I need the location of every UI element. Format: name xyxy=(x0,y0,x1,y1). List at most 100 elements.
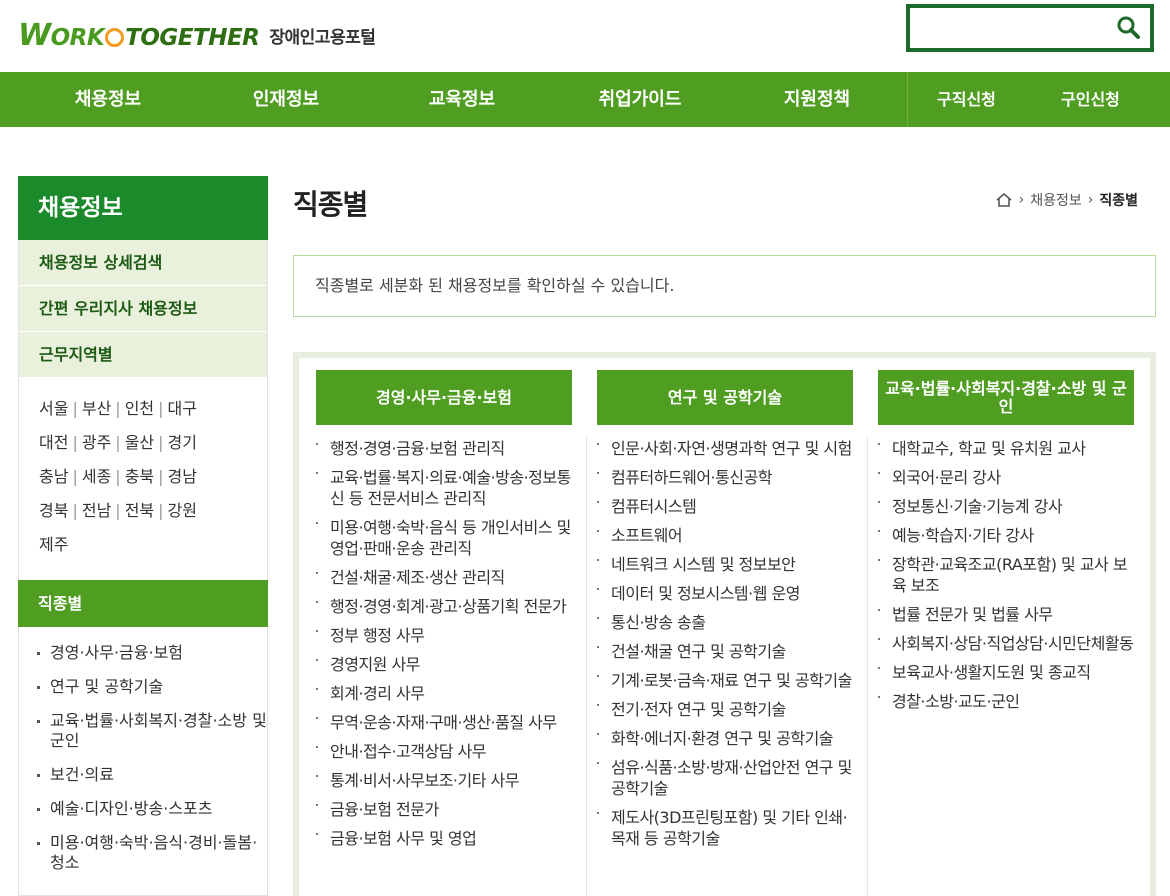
home-icon[interactable] xyxy=(995,192,1013,208)
category-item[interactable]: 교육·법률·복지·의료·예술·방송·정보통신 등 전문서비스 관리직 xyxy=(316,467,572,509)
chevron-right-icon: › xyxy=(1018,192,1025,208)
logo-ring-icon xyxy=(105,27,125,47)
region-link[interactable]: 경북 xyxy=(39,501,68,520)
region-list: 서울 | 부산 | 인천 | 대구 대전 | 광주 | 울산 | 경기 충남 | 세종 | 충북 | 경남 경북 | 전… xyxy=(19,378,267,570)
region-row: 제주 xyxy=(39,528,267,562)
region-link[interactable]: 대전 xyxy=(39,433,68,452)
category-item[interactable]: 통신·방송 송출 xyxy=(597,612,853,633)
search-button[interactable] xyxy=(1114,14,1142,42)
category-item[interactable]: 컴퓨터하드웨어·통신공학 xyxy=(597,467,853,488)
region-row: 대전 | 광주 | 울산 | 경기 xyxy=(39,433,197,452)
category-item[interactable]: 행정·경영·회계·광고·상품기획 전문가 xyxy=(316,596,572,617)
category-item[interactable]: 데이터 및 정보시스템·웹 운영 xyxy=(597,583,853,604)
category-item[interactable]: 행정·경영·금융·보험 관리직 xyxy=(316,438,572,459)
column-divider xyxy=(867,436,868,896)
side-nav-title: 채용정보 xyxy=(18,176,268,240)
category-heading[interactable]: 교육·법률·사회복지·경찰·소방 및 군인 xyxy=(878,370,1134,425)
category-item[interactable]: 통계·비서·사무보조·기타 사무 xyxy=(316,770,572,791)
category-item[interactable]: 대학교수, 학교 및 유치원 교사 xyxy=(878,438,1134,459)
region-link[interactable]: 제주 xyxy=(39,535,68,554)
nav-item-job-offer[interactable]: 구인신청 xyxy=(1061,72,1120,127)
category-item[interactable]: 건설·채굴·제조·생산 관리직 xyxy=(316,567,572,588)
logo-subtitle: 장애인고용포털 xyxy=(269,27,376,48)
category-item[interactable]: 예능·학습지·기타 강사 xyxy=(878,525,1134,546)
region-link[interactable]: 광주 xyxy=(82,433,111,452)
category-item[interactable]: 보육교사·생활지도원 및 종교직 xyxy=(878,662,1134,683)
region-link[interactable]: 부산 xyxy=(82,399,111,418)
chevron-right-icon: › xyxy=(1087,192,1094,208)
notice-box: 직종별로 세분화 된 채용정보를 확인하실 수 있습니다. xyxy=(293,255,1156,317)
side-job-item[interactable]: 경영·사무·금융·보험 xyxy=(37,643,267,663)
nav-item-jobs[interactable]: 채용정보 xyxy=(18,72,198,127)
region-link[interactable]: 대구 xyxy=(168,399,197,418)
side-job-item[interactable]: 보건·의료 xyxy=(37,765,267,785)
nav-item-education[interactable]: 교육정보 xyxy=(372,72,552,127)
category-item[interactable]: 장학관·교육조교(RA포함) 및 교사 보육 보조 xyxy=(878,554,1134,596)
category-item[interactable]: 컴퓨터시스템 xyxy=(597,496,853,517)
category-box: 경영·사무·금융·보험 행정·경영·금융·보험 관리직 교육·법률·복지·의료·… xyxy=(293,352,1156,896)
region-row: 경북 | 전남 | 전북 | 강원 xyxy=(39,501,197,520)
nav-item-job-seek[interactable]: 구직신청 xyxy=(937,72,996,127)
category-heading[interactable]: 연구 및 공학기술 xyxy=(597,370,853,425)
category-item[interactable]: 법률 전문가 및 법률 사무 xyxy=(878,604,1134,625)
search-box xyxy=(906,4,1154,52)
category-items: 인문·사회·자연·생명과학 연구 및 시험 컴퓨터하드웨어·통신공학 컴퓨터시스… xyxy=(597,425,853,849)
category-item[interactable]: 경찰·소방·교도·군인 xyxy=(878,691,1134,712)
side-job-item[interactable]: 연구 및 공학기술 xyxy=(37,677,267,697)
nav-item-guide[interactable]: 취업가이드 xyxy=(550,72,730,127)
region-link[interactable]: 경남 xyxy=(168,467,197,486)
page-title: 직종별 xyxy=(293,188,368,221)
side-job-item[interactable]: 교육·법률·사회복지·경찰·소방 및 군인 xyxy=(37,711,267,751)
category-column: 교육·법률·사회복지·경찰·소방 및 군인 대학교수, 학교 및 유치원 교사 … xyxy=(878,370,1134,720)
side-job-list: 경영·사무·금융·보험 연구 및 공학기술 교육·법률·사회복지·경찰·소방 및… xyxy=(19,627,267,873)
category-item[interactable]: 정보통신·기술·기능계 강사 xyxy=(878,496,1134,517)
region-link[interactable]: 전남 xyxy=(82,501,111,520)
category-item[interactable]: 소프트웨어 xyxy=(597,525,853,546)
category-item[interactable]: 안내·접수·고객상담 사무 xyxy=(316,741,572,762)
nav-item-policy[interactable]: 지원정책 xyxy=(727,72,907,127)
side-nav-item-by-region[interactable]: 근무지역별 xyxy=(19,332,267,378)
region-link[interactable]: 울산 xyxy=(125,433,154,452)
nav-item-talent[interactable]: 인재정보 xyxy=(196,72,376,127)
category-item[interactable]: 회계·경리 사무 xyxy=(316,683,572,704)
category-item[interactable]: 네트워크 시스템 및 정보보안 xyxy=(597,554,853,575)
category-heading[interactable]: 경영·사무·금융·보험 xyxy=(316,370,572,425)
category-item[interactable]: 경영지원 사무 xyxy=(316,654,572,675)
region-link[interactable]: 경기 xyxy=(168,433,197,452)
category-item[interactable]: 금융·보험 사무 및 영업 xyxy=(316,828,572,849)
region-link[interactable]: 세종 xyxy=(82,467,111,486)
column-divider xyxy=(586,436,587,896)
side-job-item[interactable]: 미용·여행·숙박·음식·경비·돌봄·청소 xyxy=(37,833,267,873)
site-header: WORK TOGETHER 장애인고용포털 xyxy=(0,0,1170,72)
category-item[interactable]: 기계·로봇·금속·재료 연구 및 공학기술 xyxy=(597,670,853,691)
region-link[interactable]: 인천 xyxy=(125,399,154,418)
breadcrumb-item[interactable]: 채용정보 xyxy=(1030,190,1082,210)
region-link[interactable]: 강원 xyxy=(168,501,197,520)
category-item[interactable]: 외국어·문리 강사 xyxy=(878,467,1134,488)
region-link[interactable]: 전북 xyxy=(125,501,154,520)
category-item[interactable]: 제도사(3D프린팅포함) 및 기타 인쇄·목재 등 공학기술 xyxy=(597,807,853,849)
category-item[interactable]: 화학·에너지·환경 연구 및 공학기술 xyxy=(597,728,853,749)
category-items: 대학교수, 학교 및 유치원 교사 외국어·문리 강사 정보통신·기술·기능계 … xyxy=(878,425,1134,712)
side-nav-menu: 채용정보 상세검색 간편 우리지사 채용정보 근무지역별 xyxy=(19,240,267,378)
region-row: 충남 | 세종 | 충북 | 경남 xyxy=(39,467,197,486)
region-link[interactable]: 충북 xyxy=(125,467,154,486)
site-logo[interactable]: WORK TOGETHER 장애인고용포털 xyxy=(18,10,376,60)
category-item[interactable]: 섬유·식품·소방·방재·산업안전 연구 및 공학기술 xyxy=(597,757,853,799)
search-input[interactable] xyxy=(916,14,1106,42)
region-link[interactable]: 충남 xyxy=(39,467,68,486)
region-link[interactable]: 서울 xyxy=(39,399,68,418)
category-item[interactable]: 건설·채굴 연구 및 공학기술 xyxy=(597,641,853,662)
category-item[interactable]: 인문·사회·자연·생명과학 연구 및 시험 xyxy=(597,438,853,459)
category-item[interactable]: 무역·운송·자재·구매·생산·품질 사무 xyxy=(316,712,572,733)
side-nav-item-detail-search[interactable]: 채용정보 상세검색 xyxy=(19,240,267,286)
category-item[interactable]: 정부 행정 사무 xyxy=(316,625,572,646)
main-nav: 채용정보 인재정보 교육정보 취업가이드 지원정책 구직신청 구인신청 xyxy=(0,72,1170,127)
category-item[interactable]: 사회복지·상담·직업상담·시민단체활동 xyxy=(878,633,1134,654)
category-item[interactable]: 미용·여행·숙박·음식 등 개인서비스 및 영업·판매·운송 관리직 xyxy=(316,517,572,559)
breadcrumb-current: 직종별 xyxy=(1099,193,1138,209)
side-nav-item-branch-jobs[interactable]: 간편 우리지사 채용정보 xyxy=(19,286,267,332)
category-item[interactable]: 전기·전자 연구 및 공학기술 xyxy=(597,699,853,720)
category-item[interactable]: 금융·보험 전문가 xyxy=(316,799,572,820)
side-job-item[interactable]: 예술·디자인·방송·스포츠 xyxy=(37,799,267,819)
